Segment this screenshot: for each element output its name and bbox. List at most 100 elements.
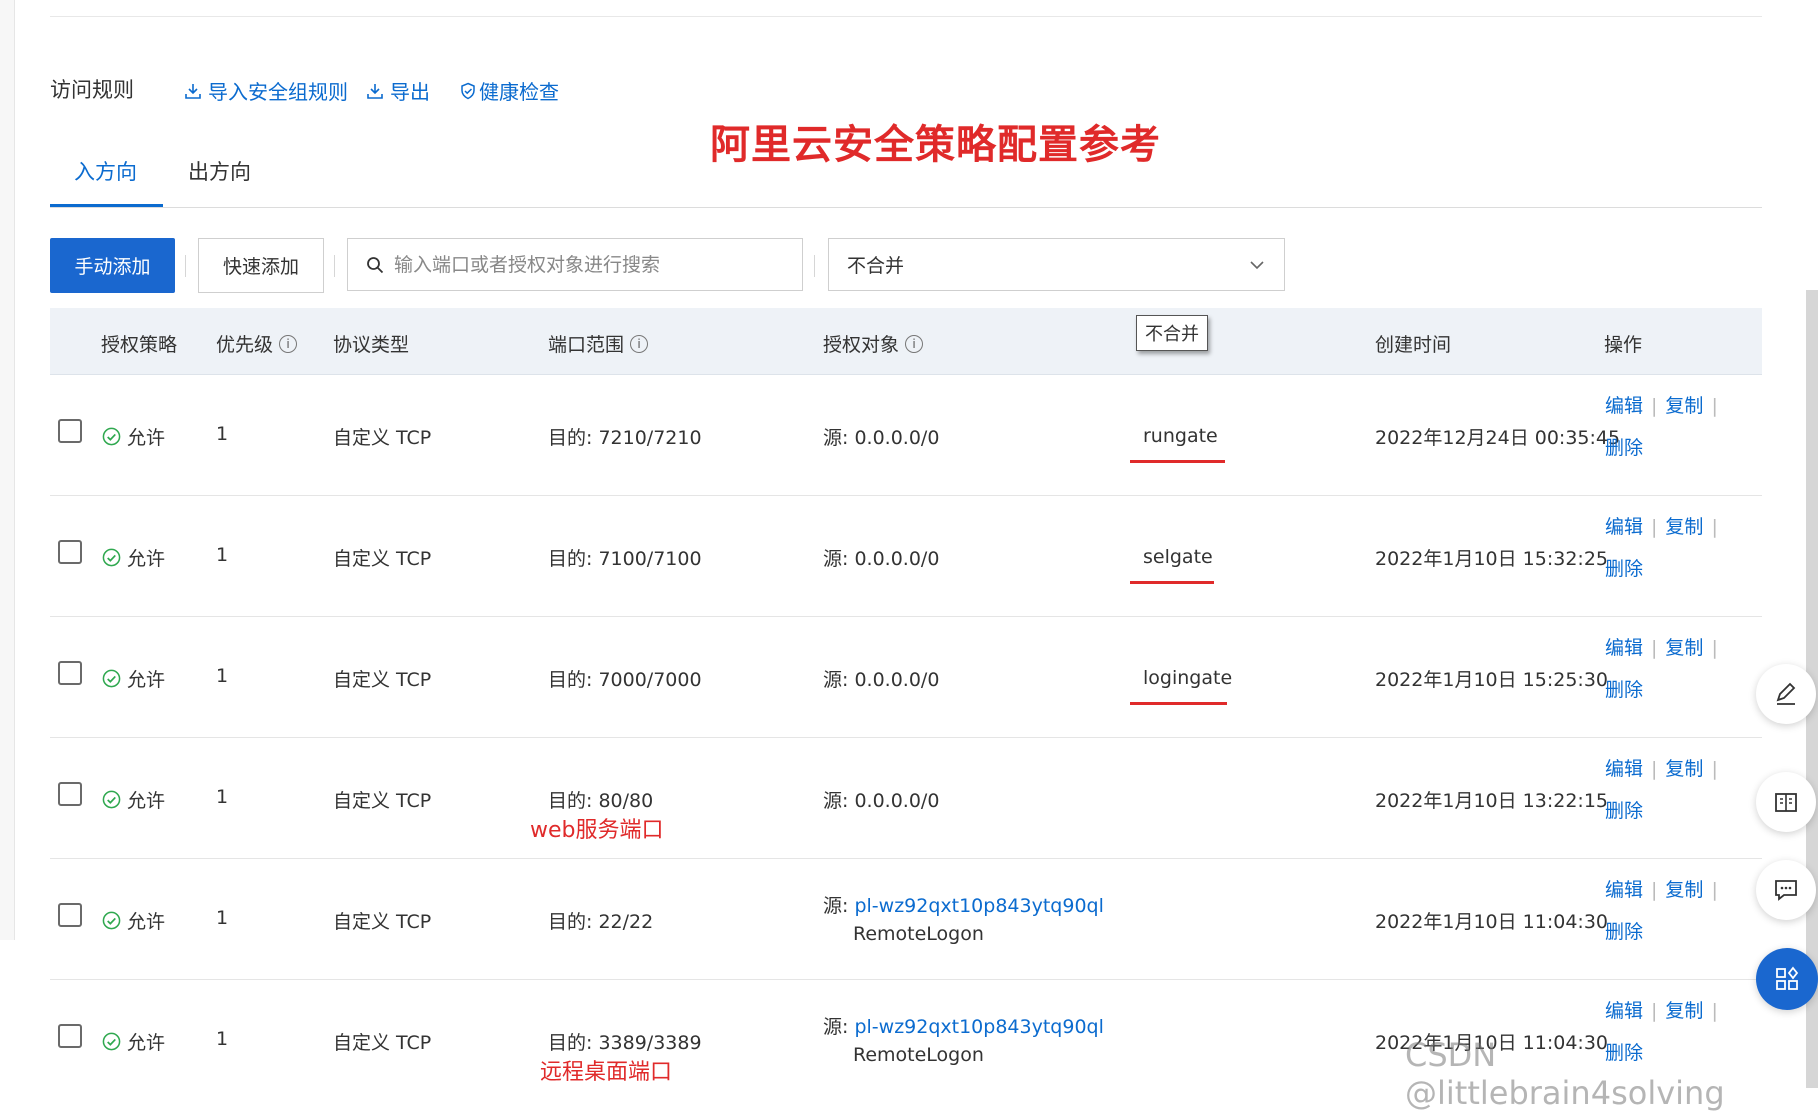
- row-checkbox[interactable]: [58, 540, 82, 564]
- rdp-port-annotation: 远程桌面端口: [540, 1060, 673, 1085]
- header-source: 授权对象 i: [823, 330, 924, 357]
- header-protocol: 协议类型: [333, 330, 409, 357]
- active-tab-indicator: [50, 204, 163, 207]
- copy-link[interactable]: 复制: [1665, 395, 1703, 417]
- import-icon: [185, 83, 201, 99]
- tab-inbound[interactable]: 入方向: [74, 156, 137, 186]
- protocol-cell: 自定义 TCP: [333, 790, 432, 812]
- actions-cell: 编辑 | 复制 | 删除: [1605, 637, 1718, 701]
- table-row: 允许 1 自定义 TCP 目的: 80/80 web服务端口 源: 0.0.0.…: [50, 738, 1762, 859]
- export-link[interactable]: 导出: [366, 76, 430, 105]
- table-row: 允许 1 自定义 TCP 目的: 22/22 源: pl-wz92qxt10p8…: [50, 859, 1762, 980]
- annotation-title: 阿里云安全策略配置参考: [710, 122, 1161, 168]
- port-cell: 目的: 3389/3389: [548, 1032, 702, 1054]
- copy-link[interactable]: 复制: [1665, 637, 1703, 659]
- docs-float-button[interactable]: [1756, 772, 1816, 832]
- import-rules-label: 导入安全组规则: [208, 80, 348, 104]
- edit-link[interactable]: 编辑: [1605, 516, 1643, 538]
- created-time-cell: 2022年12月24日 00:35:45: [1375, 427, 1621, 449]
- actions-cell: 编辑 | 复制 | 删除: [1605, 516, 1718, 580]
- protocol-cell: 自定义 TCP: [333, 911, 432, 933]
- row-checkbox[interactable]: [58, 1024, 82, 1048]
- source-cell: 源: pl-wz92qxt10p843ytq90ql: [823, 891, 1104, 918]
- export-icon: [367, 83, 383, 99]
- row-checkbox[interactable]: [58, 903, 82, 927]
- copy-link[interactable]: 复制: [1665, 879, 1703, 901]
- check-circle-icon: [102, 669, 121, 688]
- row-checkbox[interactable]: [58, 782, 82, 806]
- tab-outbound[interactable]: 出方向: [188, 156, 251, 186]
- copy-link[interactable]: 复制: [1665, 1000, 1703, 1022]
- copy-link[interactable]: 复制: [1665, 758, 1703, 780]
- row-checkbox[interactable]: [58, 661, 82, 685]
- web-port-annotation: web服务端口: [530, 818, 664, 843]
- section-title: 访问规则: [50, 78, 134, 102]
- toolbar-separator: [185, 255, 186, 277]
- protocol-cell: 自定义 TCP: [333, 548, 432, 570]
- annotation-underline: [1130, 581, 1214, 584]
- port-cell: 目的: 22/22: [548, 911, 654, 933]
- protocol-cell: 自定义 TCP: [333, 669, 432, 691]
- import-rules-link[interactable]: 导入安全组规则: [184, 76, 348, 105]
- policy-label: 允许: [127, 1032, 166, 1054]
- info-icon[interactable]: i: [905, 334, 924, 353]
- table-row: 允许 1 自定义 TCP 目的: 7000/7000 源: 0.0.0.0/0 …: [50, 617, 1762, 738]
- health-check-label: 健康检查: [479, 80, 559, 104]
- feedback-float-button[interactable]: [1756, 860, 1816, 920]
- policy-label: 允许: [127, 548, 166, 570]
- priority-cell: 1: [216, 665, 229, 687]
- merge-select[interactable]: 不合并: [828, 238, 1285, 291]
- port-cell: 目的: 7000/7000: [548, 669, 702, 691]
- health-check-link[interactable]: 健康检查: [459, 76, 559, 105]
- port-cell: 目的: 7210/7210: [548, 427, 702, 449]
- source-subtext: RemoteLogon: [853, 923, 984, 945]
- created-time-cell: 2022年1月10日 15:32:25: [1375, 548, 1608, 570]
- policy-cell: 允许: [102, 1028, 165, 1055]
- row-checkbox[interactable]: [58, 419, 82, 443]
- actions-cell: 编辑 | 复制 | 删除: [1605, 879, 1718, 943]
- export-label: 导出: [390, 80, 430, 104]
- header-protocol-label: 协议类型: [333, 334, 410, 356]
- policy-label: 允许: [127, 911, 166, 933]
- check-circle-icon: [102, 548, 121, 567]
- annotation-underline: [1130, 702, 1227, 705]
- edit-link[interactable]: 编辑: [1605, 758, 1643, 780]
- manual-add-button[interactable]: 手动添加: [50, 238, 175, 293]
- delete-link[interactable]: 删除: [1605, 679, 1643, 701]
- header-source-label: 授权对象: [823, 334, 900, 356]
- policy-label: 允许: [127, 669, 166, 691]
- tabs-divider: [50, 207, 1762, 208]
- info-icon[interactable]: i: [279, 334, 298, 353]
- delete-link[interactable]: 删除: [1605, 921, 1643, 943]
- header-actions: 操作: [1604, 330, 1642, 357]
- table-row: 允许 1 自定义 TCP 目的: 7100/7100 源: 0.0.0.0/0 …: [50, 496, 1762, 617]
- delete-link[interactable]: 删除: [1605, 437, 1643, 459]
- priority-cell: 1: [216, 544, 229, 566]
- chevron-down-icon: [1250, 260, 1264, 269]
- edit-link[interactable]: 编辑: [1605, 637, 1643, 659]
- created-time-cell: 2022年1月10日 13:22:15: [1375, 790, 1608, 812]
- prefix-list-link[interactable]: pl-wz92qxt10p843ytq90ql: [854, 1016, 1103, 1038]
- edit-link[interactable]: 编辑: [1605, 879, 1643, 901]
- copy-link[interactable]: 复制: [1665, 516, 1703, 538]
- search-field[interactable]: [347, 238, 803, 291]
- edit-link[interactable]: 编辑: [1605, 1000, 1643, 1022]
- info-icon[interactable]: i: [630, 334, 649, 353]
- header-created-time-label: 创建时间: [1375, 334, 1452, 356]
- edit-float-button[interactable]: [1756, 664, 1816, 724]
- quick-add-button[interactable]: 快速添加: [198, 238, 324, 293]
- header-priority: 优先级 i: [216, 330, 298, 357]
- header-actions-label: 操作: [1604, 334, 1643, 356]
- prefix-list-link[interactable]: pl-wz92qxt10p843ytq90ql: [854, 895, 1103, 917]
- pencil-icon: [1776, 682, 1796, 705]
- apps-float-button[interactable]: [1756, 948, 1818, 1010]
- check-circle-icon: [102, 790, 121, 809]
- shield-check-icon: [461, 82, 475, 99]
- search-input[interactable]: [392, 252, 796, 277]
- delete-link[interactable]: 删除: [1605, 800, 1643, 822]
- book-icon: [1775, 793, 1797, 812]
- edit-link[interactable]: 编辑: [1605, 395, 1643, 417]
- apps-icon: [1776, 966, 1799, 990]
- description-cell: logingate: [1143, 667, 1233, 689]
- delete-link[interactable]: 删除: [1605, 558, 1643, 580]
